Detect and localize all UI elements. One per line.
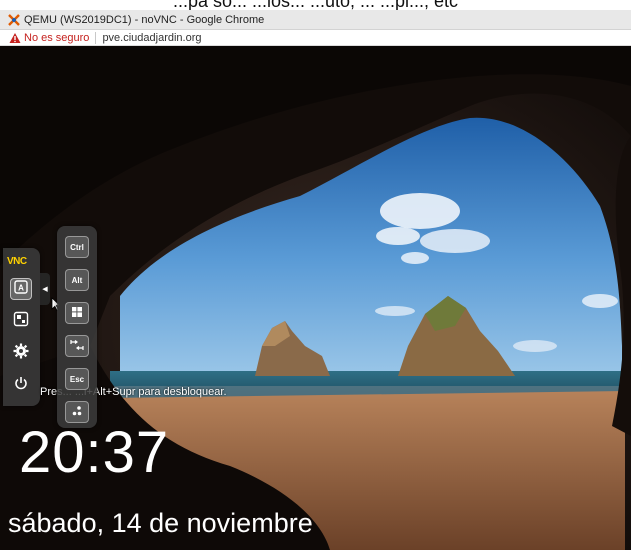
extra-keys-icon (13, 311, 29, 332)
caption-strip: ...pa so... ...los... ...uto, ... ...pl.… (0, 0, 631, 10)
windows-key-button[interactable] (65, 302, 89, 324)
qemu-icon (8, 13, 20, 26)
settings-icon (13, 343, 29, 364)
power-icon (14, 376, 28, 395)
chevron-left-icon: ◀ (42, 286, 48, 293)
tab-key-button[interactable] (65, 335, 89, 357)
alt-key-button[interactable]: Alt (65, 269, 89, 291)
caption-text: ...pa so... ...los... ...uto, ... ...pl.… (172, 0, 459, 10)
ctrl-alt-del-icon (71, 405, 83, 419)
keyboard-button[interactable]: A (10, 278, 32, 300)
settings-button[interactable] (10, 342, 32, 364)
power-button[interactable] (10, 374, 32, 396)
lockscreen-time: 20:37 (19, 420, 170, 485)
browser-titlebar: QEMU (WS2019DC1) - noVNC - Google Chrome (0, 10, 631, 30)
lockscreen-date: sábado, 14 de noviembre (8, 508, 313, 538)
novnc-logo: VNC (7, 256, 27, 267)
keyboard-icon: A (14, 279, 28, 299)
tab-icon (70, 340, 84, 352)
url-text[interactable]: pve.ciudadjardin.org (102, 32, 201, 44)
novnc-control-bar: VNC A (3, 248, 40, 406)
remote-desktop-canvas[interactable]: VNC A ◀ Pres... ...l+Alt+Supr para desbl… (0, 46, 631, 550)
security-label[interactable]: No es seguro (24, 32, 89, 44)
window-title: QEMU (WS2019DC1) - noVNC - Google Chrome (24, 13, 265, 26)
extra-keys-toggle[interactable] (10, 310, 32, 332)
ctrl-key-button[interactable]: Ctrl (65, 236, 89, 258)
warning-icon[interactable] (9, 32, 21, 44)
esc-key-button[interactable]: Esc (65, 368, 89, 390)
extra-keys-panel: Ctrl Alt Esc (57, 226, 97, 428)
address-bar[interactable]: No es seguro pve.ciudadjardin.org (0, 30, 631, 46)
address-separator (95, 31, 97, 44)
control-bar-handle[interactable]: ◀ (40, 273, 50, 305)
svg-text:A: A (18, 283, 24, 292)
windows-icon (72, 307, 82, 319)
